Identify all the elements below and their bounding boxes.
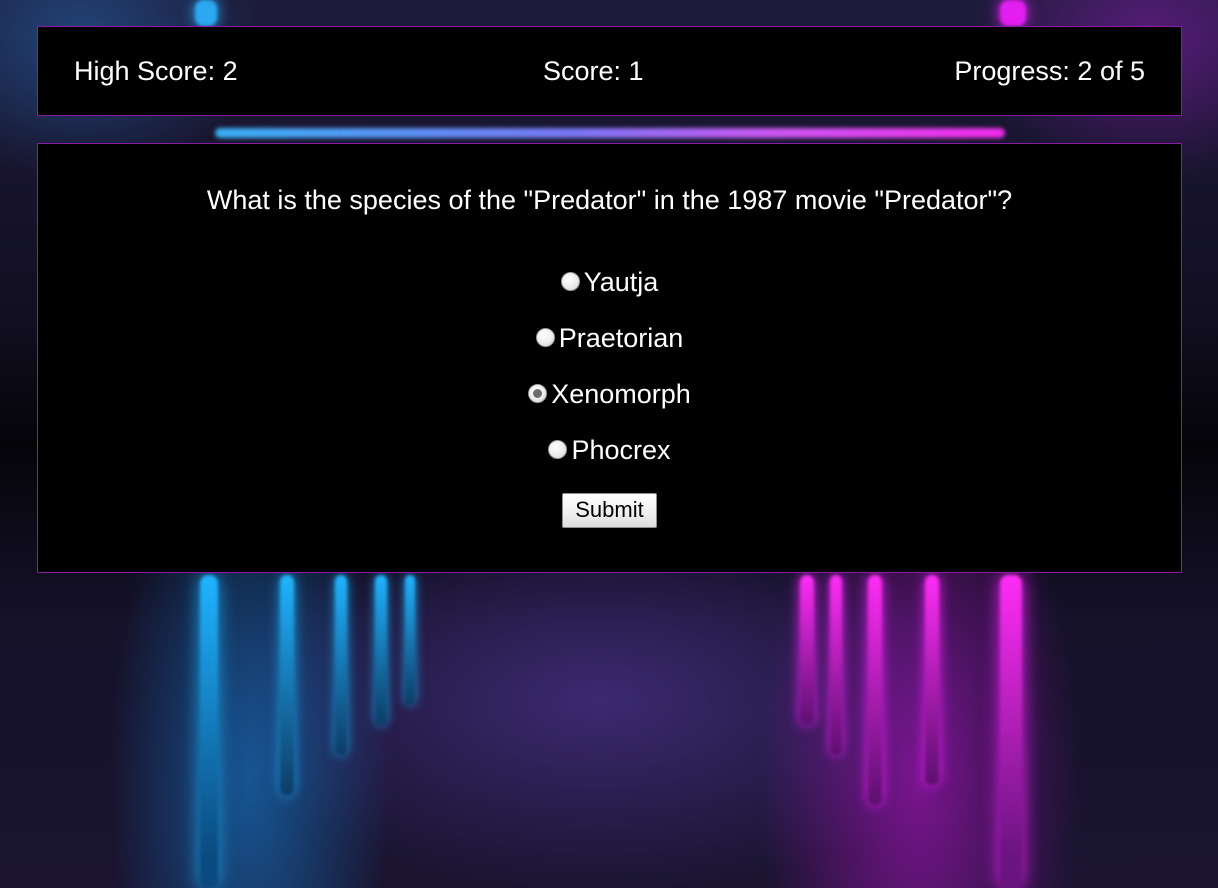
answer-label[interactable]: Praetorian xyxy=(559,322,684,354)
score-text: Score: 1 xyxy=(543,56,644,86)
answer-options: Yautja Praetorian Xenomorph Phocrex xyxy=(38,266,1181,490)
answer-option: Phocrex xyxy=(38,434,1181,490)
neon-reflection-magenta xyxy=(925,575,939,785)
neon-reflection-blue xyxy=(280,575,294,795)
neon-reflection-magenta xyxy=(830,575,842,755)
neon-reflection-blue xyxy=(405,575,415,705)
neon-reflection-blue xyxy=(375,575,387,725)
answer-option: Yautja xyxy=(38,266,1181,322)
neon-reflection-blue xyxy=(200,575,218,888)
neon-reflection-magenta xyxy=(1000,575,1022,888)
neon-glow-line xyxy=(215,128,1005,138)
answer-option-praetorian[interactable]: Praetorian xyxy=(535,322,684,354)
radio-button[interactable] xyxy=(528,384,548,403)
radio-button[interactable] xyxy=(560,272,580,291)
high-score-text: High Score: 2 xyxy=(74,56,238,86)
progress-text: Progress: 2 of 5 xyxy=(954,56,1145,86)
neon-reflection-blue xyxy=(335,575,347,755)
answer-option: Praetorian xyxy=(38,322,1181,378)
submit-button[interactable]: Submit xyxy=(562,493,657,528)
answer-label[interactable]: Yautja xyxy=(584,266,659,298)
neon-tube-decoration xyxy=(1000,0,1026,26)
answer-option-phocrex[interactable]: Phocrex xyxy=(548,434,671,466)
answer-option-xenomorph[interactable]: Xenomorph xyxy=(528,378,691,410)
question-text: What is the species of the "Predator" in… xyxy=(206,185,1013,215)
submit-row: Submit xyxy=(38,493,1181,528)
neon-reflection-magenta xyxy=(868,575,882,805)
answer-option-yautja[interactable]: Yautja xyxy=(560,266,659,298)
quiz-card: What is the species of the "Predator" in… xyxy=(37,143,1182,573)
neon-reflection-magenta xyxy=(800,575,814,725)
answer-label[interactable]: Xenomorph xyxy=(551,378,691,410)
radio-button[interactable] xyxy=(535,328,555,347)
neon-tube-decoration xyxy=(195,0,217,26)
radio-button[interactable] xyxy=(548,440,568,459)
answer-option: Xenomorph xyxy=(38,378,1181,434)
answer-label[interactable]: Phocrex xyxy=(571,434,670,466)
stats-bar: High Score: 2 Score: 1 Progress: 2 of 5 xyxy=(37,26,1182,116)
